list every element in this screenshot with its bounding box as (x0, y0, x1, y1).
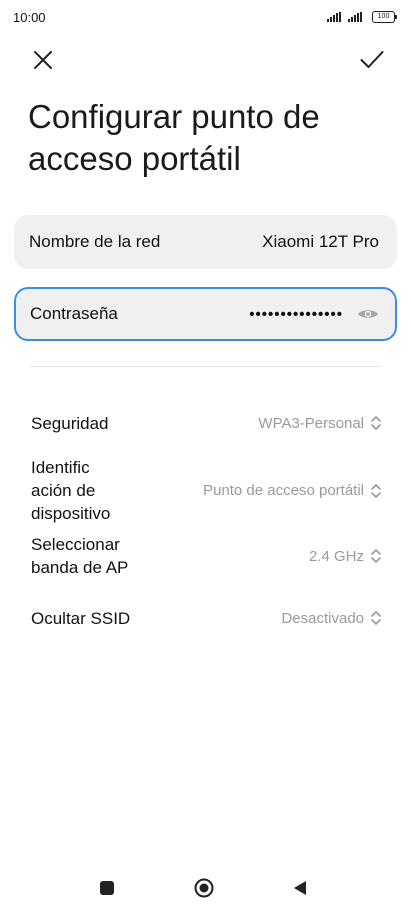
ap-band-setting[interactable]: Seleccionar banda de AP 2.4 GHz (31, 533, 382, 579)
security-value: WPA3-Personal (258, 414, 364, 432)
back-button[interactable] (292, 880, 308, 896)
hide-ssid-setting[interactable]: Ocultar SSID Desactivado (31, 605, 382, 631)
hide-ssid-value: Desactivado (281, 609, 364, 627)
hide-ssid-label: Ocultar SSID (31, 608, 131, 628)
password-value[interactable]: ••••••••••••••• (249, 306, 343, 323)
divider (30, 366, 381, 367)
password-label: Contraseña (30, 304, 118, 323)
device-id-setting[interactable]: Identific ación de dispositivo Punto de … (31, 456, 382, 525)
chevron-up-down-icon (371, 483, 381, 498)
home-button[interactable] (194, 878, 214, 898)
password-field[interactable]: Contraseña ••••••••••••••• (14, 287, 397, 341)
signal-icon (327, 12, 341, 22)
check-icon (360, 51, 384, 68)
network-name-field[interactable]: Nombre de la red Xiaomi 12T Pro (14, 215, 397, 269)
security-setting[interactable]: Seguridad WPA3-Personal (31, 410, 382, 436)
signal-icon-2 (348, 12, 362, 22)
close-icon (34, 51, 52, 69)
ap-band-value: 2.4 GHz (308, 547, 364, 565)
network-name-value: Xiaomi 12T Pro (262, 232, 379, 251)
chevron-up-down-icon (371, 416, 381, 430)
device-id-value: Punto de acceso portátil (203, 482, 364, 499)
security-label: Seguridad (31, 413, 109, 433)
eye-icon[interactable] (357, 307, 379, 321)
status-icons: 100 (327, 11, 397, 23)
network-name-label: Nombre de la red (29, 232, 161, 251)
recent-apps-button[interactable] (100, 881, 114, 895)
confirm-button[interactable] (356, 44, 388, 76)
device-id-label: Identific ación de dispositivo (31, 458, 111, 523)
page-title: Configurar punto de acceso portátil (28, 98, 320, 177)
battery-icon: 100 (372, 11, 397, 23)
chevron-up-down-icon (371, 549, 381, 563)
close-button[interactable] (27, 44, 59, 76)
ap-band-label: Seleccionar banda de AP (31, 535, 129, 577)
status-time: 10:00 (13, 10, 46, 25)
chevron-up-down-icon (371, 611, 381, 625)
